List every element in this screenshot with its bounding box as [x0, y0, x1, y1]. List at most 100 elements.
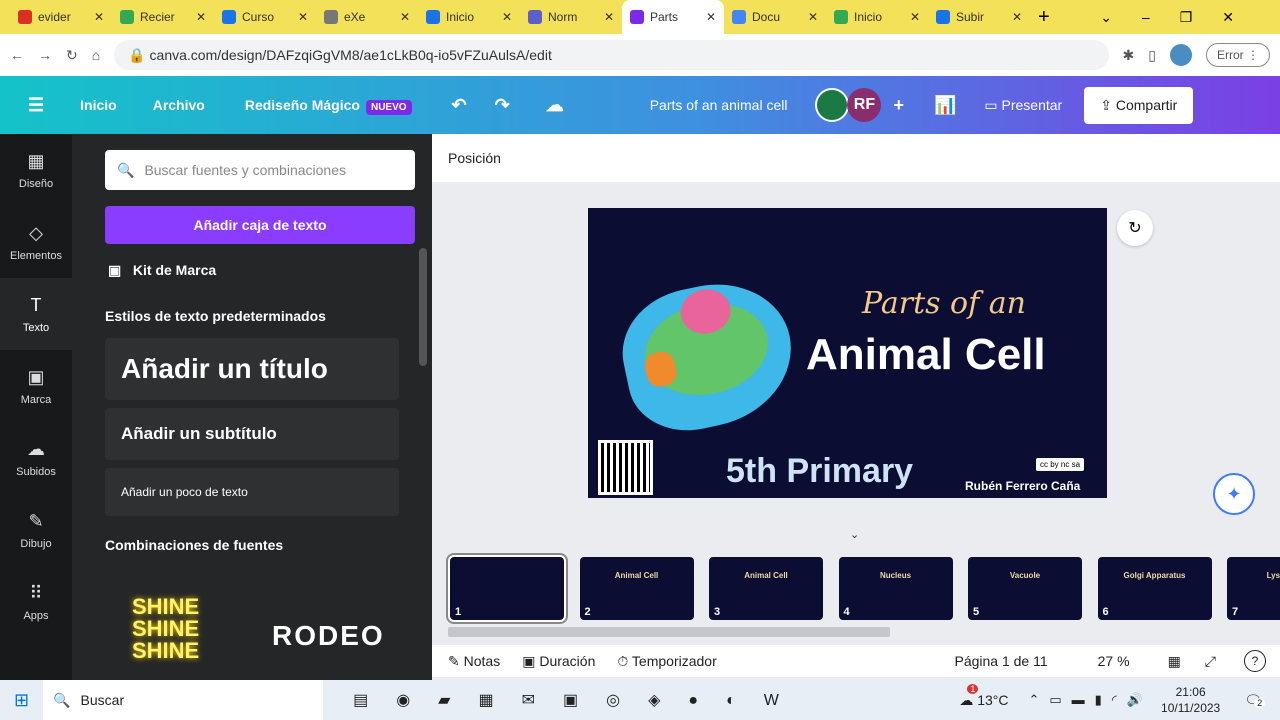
sidebar-icon[interactable]: ▯ — [1148, 47, 1156, 64]
nav-item-subidos[interactable]: ☁ Subidos — [0, 422, 72, 494]
browser-tab[interactable]: eXe ✕ — [316, 0, 418, 34]
filmstrip-scrollbar[interactable] — [448, 627, 890, 637]
close-tab-icon[interactable]: ✕ — [604, 10, 614, 24]
browser-tab[interactable]: Inicio ✕ — [826, 0, 928, 34]
reload-icon[interactable]: ↻ — [66, 47, 78, 64]
magic-redesign-button[interactable]: Rediseño Mágico NUEVO — [245, 97, 412, 115]
new-tab-button[interactable]: + — [1038, 6, 1050, 29]
notifications-icon[interactable]: 🗨 2 — [1244, 692, 1266, 709]
cloud-saved-icon[interactable]: ☁ — [546, 95, 564, 116]
timer-button[interactable]: ⏱ Temporizador — [617, 653, 716, 670]
add-body-button[interactable]: Añadir un poco de texto — [105, 468, 399, 516]
collaborator-avatar[interactable] — [815, 88, 850, 122]
combo-shine[interactable]: SHINE SHINE SHINE — [132, 596, 199, 662]
close-tab-icon[interactable]: ✕ — [94, 10, 104, 24]
panel-scrollbar[interactable] — [419, 248, 427, 366]
browser-tab[interactable]: Curso ✕ — [214, 0, 316, 34]
thumbnail-title: Vacuole — [1009, 571, 1041, 580]
menu-icon[interactable]: ☰ — [28, 95, 44, 116]
thumbnail-number: 4 — [843, 606, 850, 618]
close-tab-icon[interactable]: ✕ — [910, 10, 920, 24]
share-button[interactable]: ⇪ Compartir — [1084, 86, 1194, 124]
file-button[interactable]: Archivo — [153, 97, 205, 113]
close-tab-icon[interactable]: ✕ — [1012, 10, 1022, 24]
nav-item-diseño[interactable]: ▦ Diseño — [0, 134, 72, 206]
browser-tab[interactable]: Inicio ✕ — [418, 0, 520, 34]
tab-label: Inicio — [446, 10, 475, 24]
filmstrip-toggle[interactable]: ⌄ — [850, 528, 859, 541]
tab-label: Norm — [548, 10, 578, 24]
fullscreen-icon[interactable]: ⤢ — [1205, 653, 1216, 670]
browser-tab[interactable]: Norm ✕ — [520, 0, 622, 34]
close-tab-icon[interactable]: ✕ — [808, 10, 818, 24]
browser-tab[interactable]: Parts ✕ — [622, 0, 724, 34]
comment-icon[interactable]: ↻ — [1117, 210, 1153, 246]
home-button[interactable]: Inicio — [80, 97, 117, 113]
user-avatar[interactable]: RF — [847, 88, 882, 122]
close-tab-icon[interactable]: ✕ — [196, 10, 206, 24]
taskbar-search[interactable]: 🔍 Buscar — [43, 680, 324, 720]
slide-canvas[interactable]: Parts of an Animal Cell 5th Primary cc b… — [588, 208, 1107, 498]
undo-icon[interactable]: ↶ — [452, 95, 467, 116]
taskbar-apps[interactable]: ▤◉▰▦✉▣◎◈●◐W — [353, 690, 807, 710]
brand-kit-link[interactable]: ▣ Kit de Marca — [108, 262, 216, 279]
add-subtitle-button[interactable]: Añadir un subtítulo — [105, 408, 399, 460]
url-input[interactable]: 🔒 canva.com/design/DAFzqiGgVM8/ae1cLkB0q… — [114, 40, 1109, 70]
browser-tab[interactable]: evider ✕ — [10, 0, 112, 34]
slide-thumbnail[interactable]: Vacuole 5 — [968, 557, 1082, 620]
system-tray-icons[interactable]: ⌃▭▬▮◜🔊 — [1028, 692, 1153, 708]
close-tab-icon[interactable]: ✕ — [502, 10, 512, 24]
thumbnail-number: 7 — [1232, 606, 1239, 618]
grid-view-icon[interactable]: ▦ — [1168, 653, 1181, 670]
add-collaborator-icon[interactable]: + — [893, 95, 904, 116]
slide-thumbnail[interactable]: Animal Cell 2 — [579, 557, 694, 620]
nav-item-marca[interactable]: ▣ Marca — [0, 350, 72, 422]
close-tab-icon[interactable]: ✕ — [298, 10, 308, 24]
slide-thumbnail[interactable]: 1 — [448, 555, 566, 622]
profile-avatar[interactable] — [1169, 44, 1192, 66]
home-icon[interactable]: ⌂ — [92, 47, 100, 63]
windows-start-icon[interactable]: ⊞ — [14, 690, 29, 711]
nav-icon: ▦ — [27, 150, 45, 171]
slide-subtitle: 5th Primary — [726, 452, 914, 490]
nav-item-apps[interactable]: ⠿ Apps — [0, 566, 72, 638]
browser-tab[interactable]: Recier ✕ — [112, 0, 214, 34]
nav-item-dibujo[interactable]: ✎ Dibujo — [0, 494, 72, 566]
window-controls[interactable]: ⌄–❐✕ — [1100, 9, 1264, 26]
add-title-button[interactable]: Añadir un título — [105, 338, 399, 400]
font-search-input[interactable]: 🔍 Buscar fuentes y combinaciones — [105, 150, 415, 190]
nav-label: Diseño — [18, 177, 54, 190]
browser-tab[interactable]: Subir ✕ — [928, 0, 1030, 34]
profile-error-button[interactable]: Error ⋮ — [1205, 43, 1270, 67]
default-styles-heading: Estilos de texto predeterminados — [105, 308, 326, 324]
slide-thumbnail[interactable]: Animal Cell 3 — [709, 557, 823, 620]
magic-assistant-icon[interactable]: ✦ — [1213, 473, 1255, 515]
notes-button[interactable]: ✎ Notas — [448, 653, 500, 670]
weather-widget[interactable]: ☁ 1 13°C — [959, 683, 1008, 709]
extensions-icon[interactable]: ✱ — [1123, 47, 1135, 64]
analytics-icon[interactable]: 📊 — [934, 95, 956, 116]
close-tab-icon[interactable]: ✕ — [706, 10, 716, 24]
slide-thumbnail[interactable]: Nucleus 4 — [838, 557, 953, 620]
animal-cell-illustration — [611, 270, 805, 442]
tab-favicon-icon — [834, 10, 848, 24]
close-tab-icon[interactable]: ✕ — [400, 10, 410, 24]
nav-item-texto[interactable]: T Texto — [0, 278, 72, 350]
redo-icon[interactable]: ↷ — [495, 95, 510, 116]
add-textbox-button[interactable]: Añadir caja de texto — [105, 206, 415, 244]
nav-item-elementos[interactable]: ◇ Elementos — [0, 206, 72, 278]
clock[interactable]: 21:06 10/11/2023 — [1161, 684, 1220, 716]
slide-thumbnail[interactable]: Lysosom 7 — [1227, 557, 1280, 620]
duration-button[interactable]: ▣ Duración — [522, 653, 595, 670]
thumbnail-number: 3 — [714, 606, 721, 618]
zoom-level[interactable]: 27 % — [1098, 653, 1130, 669]
present-button[interactable]: ▭ Presentar — [984, 97, 1062, 114]
forward-icon[interactable]: → — [38, 47, 52, 63]
help-icon[interactable]: ? — [1244, 650, 1266, 672]
combo-rodeo[interactable]: RODEO — [272, 620, 385, 652]
browser-tab[interactable]: Docu ✕ — [724, 0, 826, 34]
slide-thumbnail[interactable]: Golgi Apparatus 6 — [1097, 557, 1212, 620]
design-title[interactable]: Parts of an animal cell — [650, 97, 788, 113]
position-button[interactable]: Posición — [432, 134, 1280, 182]
back-icon[interactable]: ← — [10, 47, 24, 63]
